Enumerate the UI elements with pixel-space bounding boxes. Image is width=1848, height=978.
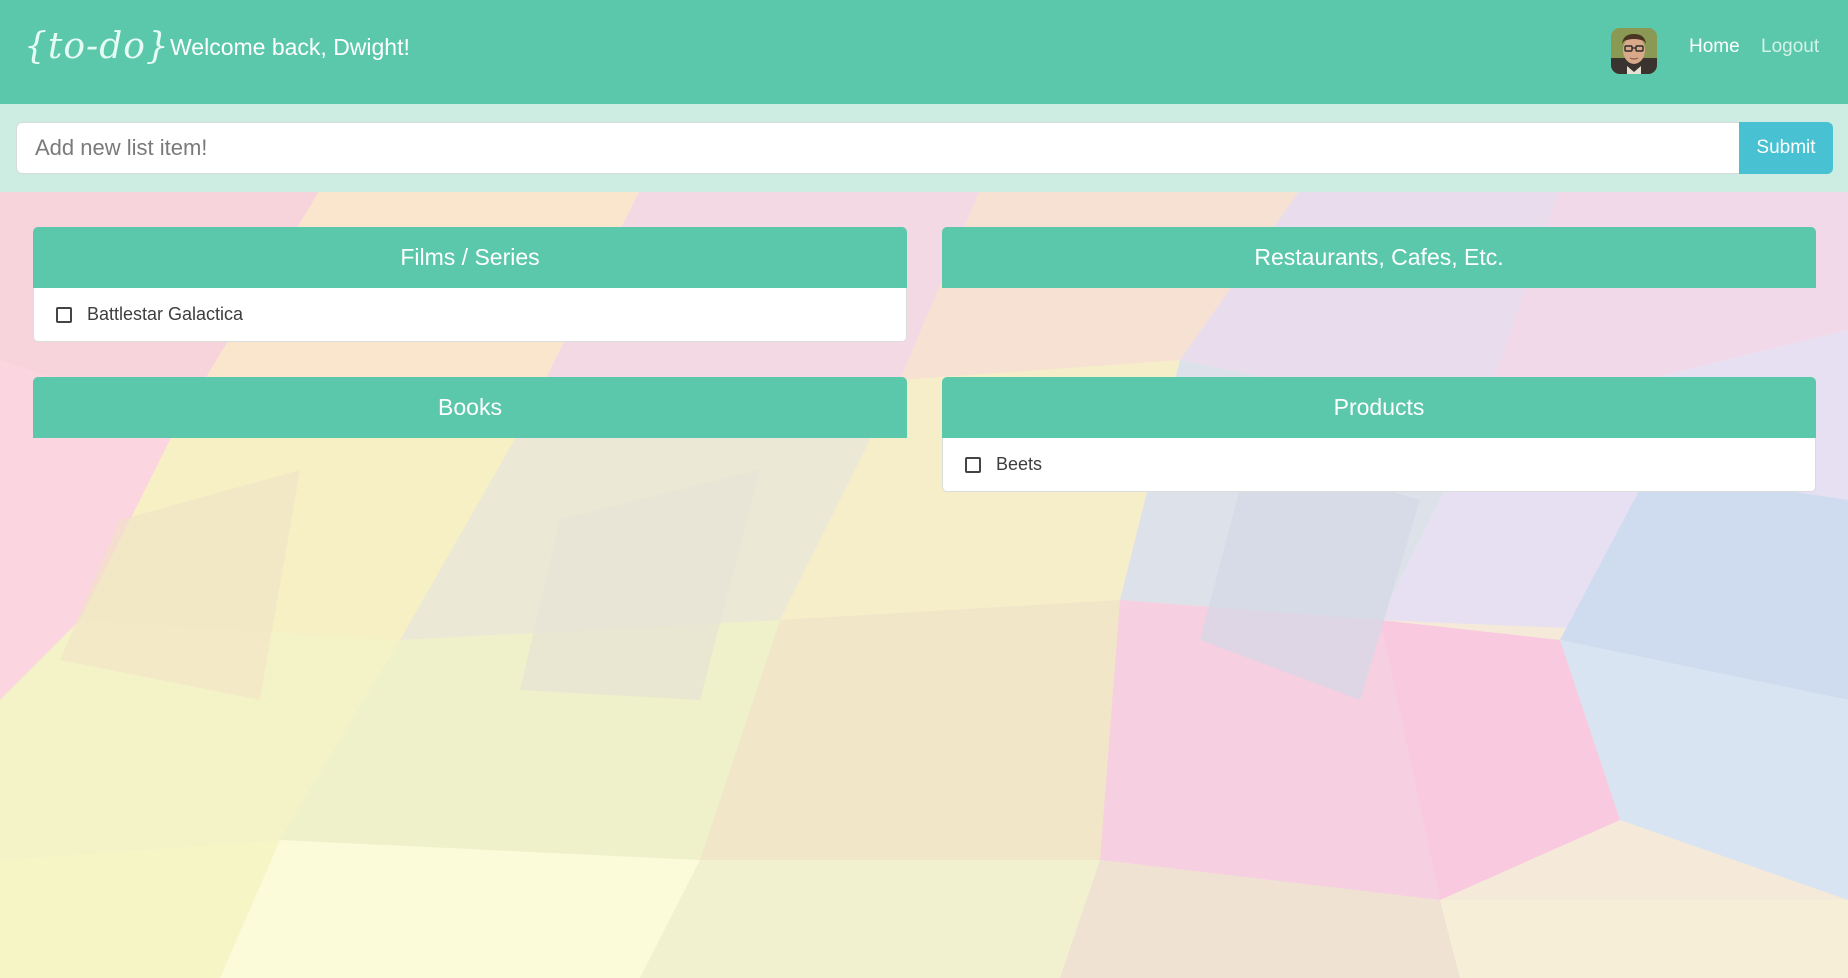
new-item-input[interactable] (16, 122, 1740, 174)
user-avatar[interactable] (1611, 28, 1657, 74)
category-card-products: Products Beets (942, 377, 1816, 492)
nav-home-link[interactable]: Home (1689, 36, 1740, 58)
top-navbar: {to-do} Welcome back, Dwight! Home Logou… (0, 0, 1848, 104)
category-card-films-series: Films / Series Battlestar Galactica (33, 227, 907, 342)
list-item-label: Battlestar Galactica (87, 304, 244, 324)
category-title: Restaurants, Cafes, Etc. (942, 227, 1816, 288)
checkbox-unchecked-icon[interactable] (965, 456, 981, 473)
avatar-photo-icon (1611, 28, 1657, 74)
category-item-list: Battlestar Galactica (33, 288, 907, 342)
category-item-list: Beets (942, 438, 1816, 492)
nav-logout-link[interactable]: Logout (1761, 36, 1819, 58)
checkbox-unchecked-icon[interactable] (56, 306, 72, 323)
app-logo[interactable]: {to-do} (24, 22, 170, 72)
add-item-bar: Submit (0, 104, 1848, 192)
category-title: Books (33, 377, 907, 438)
list-item: Beets (943, 438, 1815, 491)
category-card-books: Books (33, 377, 907, 438)
category-title: Films / Series (33, 227, 907, 288)
list-item: Battlestar Galactica (34, 288, 906, 341)
list-item-label: Beets (996, 454, 1043, 474)
submit-button[interactable]: Submit (1739, 122, 1833, 174)
category-card-restaurants: Restaurants, Cafes, Etc. (942, 227, 1816, 288)
category-title: Products (942, 377, 1816, 438)
welcome-message: Welcome back, Dwight! (170, 34, 410, 60)
